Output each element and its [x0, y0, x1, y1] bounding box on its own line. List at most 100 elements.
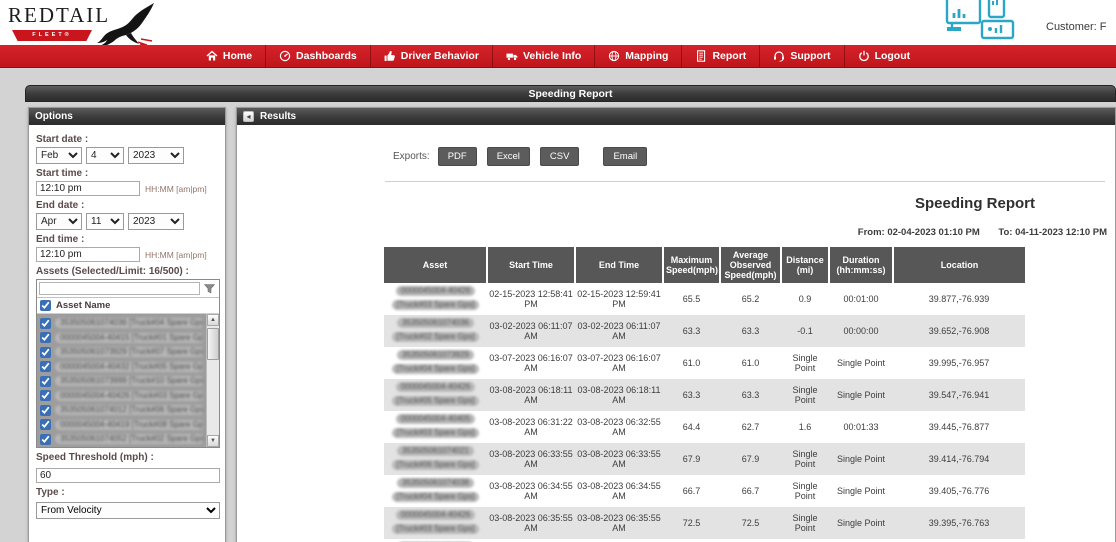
divider — [385, 181, 1105, 182]
export-csv-button[interactable]: CSV — [540, 147, 580, 166]
asset-list: 353505061074036 [Truck#04 Spare Gps] 0000… — [37, 314, 219, 447]
asset-list-item: 353505061074012 [Truck#06 Spare Gps] — [40, 403, 204, 418]
avg-speed-cell: 63.3 — [720, 315, 781, 347]
table-row: 0000045004-40426[Truck#05 Spare Gps]03-0… — [384, 379, 1025, 411]
asset-list-item: 0000045004-40419 [Truck#08 Spare Gps] — [40, 418, 204, 433]
eagle-logo-icon — [96, 3, 158, 47]
nav-item-label: Logout — [875, 50, 911, 62]
type-label: Type : — [36, 487, 218, 498]
start-month-select[interactable]: Feb — [36, 147, 82, 164]
type-select[interactable]: From Velocity — [36, 502, 220, 519]
asset-cell[interactable]: 353505061074036[Truck#02 Spare Gps] — [384, 315, 487, 347]
start-year-select[interactable]: 2023 — [128, 147, 184, 164]
asset-list-item: 353505061074036 [Truck#04 Spare Gps] — [40, 316, 204, 331]
assets-label: Assets (Selected/Limit: 16/500) : — [36, 266, 218, 277]
date-range-to: To: 04-11-2023 12:10 PM — [998, 227, 1107, 238]
speed-threshold-label: Speed Threshold (mph) : — [36, 452, 218, 463]
max-speed-cell: 64.4 — [663, 411, 720, 443]
asset-list-item: 353505061073929 [Truck#07 Spare Gps] — [40, 345, 204, 360]
scroll-down-icon[interactable]: ▼ — [207, 435, 219, 447]
speed-threshold-input[interactable] — [36, 468, 220, 483]
asset-cell[interactable]: 353505061073929[Truck#04 Spare Gps] — [384, 347, 487, 379]
asset-cell[interactable]: 0000045004-40426[Truck#03 Spare Gps] — [384, 507, 487, 539]
asset-filter-input[interactable] — [39, 282, 200, 295]
avg-speed-cell: 67.9 — [720, 443, 781, 475]
page-title: Speeding Report — [25, 85, 1116, 102]
nav-item-logout[interactable]: Logout — [844, 45, 924, 67]
collapse-results-button[interactable]: ◂ — [243, 111, 254, 122]
report-title: Speeding Report — [915, 195, 1035, 212]
asset-checkbox[interactable] — [40, 405, 51, 416]
asset-name-redacted: 353505061074036 [Truck#04 Spare Gps] — [55, 318, 204, 328]
nav-item-mapping[interactable]: Mapping — [594, 45, 681, 67]
end-day-select[interactable]: 11 — [86, 213, 124, 230]
asset-checkbox[interactable] — [40, 318, 51, 329]
asset-serial-redacted: 353505061074038 — [397, 478, 474, 488]
start-day-select[interactable]: 4 — [86, 147, 124, 164]
exports-row: Exports: PDF Excel CSV Email — [393, 147, 657, 166]
headset-icon — [773, 50, 785, 62]
start-time-input[interactable] — [36, 181, 140, 196]
nav-item-vehicle-info[interactable]: Vehicle Info — [492, 45, 594, 67]
scrollbar-thumb[interactable] — [207, 328, 219, 360]
report-date-range: From: 02-04-2023 01:10 PM To: 04-11-2023… — [858, 227, 1107, 238]
column-header-4: Average Observed Speed(mph) — [720, 247, 781, 283]
start-time-cell: 03-08-2023 06:34:55 AM — [487, 475, 575, 507]
nav-item-support[interactable]: Support — [759, 45, 843, 67]
select-all-assets-checkbox[interactable] — [40, 300, 51, 311]
asset-cell[interactable]: 0000045004-40426[Truck#03 Spare Gps] — [384, 283, 487, 315]
top-header: REDTAIL FLEET® Customer: F — [0, 0, 1116, 45]
asset-checkbox[interactable] — [40, 361, 51, 372]
nav-bar: HomeDashboardsDriver BehaviorVehicle Inf… — [0, 45, 1116, 68]
thumbs-up-icon — [384, 50, 396, 62]
export-excel-button[interactable]: Excel — [487, 147, 530, 166]
end-month-select[interactable]: Apr — [36, 213, 82, 230]
avg-speed-cell: 61.0 — [720, 347, 781, 379]
truck-icon — [506, 50, 518, 62]
table-row: 0000045004-40405[Truck#03 Spare Gps]03-0… — [384, 411, 1025, 443]
asset-list-scrollbar[interactable]: ▲ ▼ — [206, 314, 219, 447]
dashboard-icon — [279, 50, 291, 62]
asset-list-item: 353505061074052 [Truck#02 Spare Gps] — [40, 432, 204, 447]
end-time-cell: 03-02-2023 06:11:07 AM — [575, 315, 663, 347]
avg-speed-cell: 63.3 — [720, 379, 781, 411]
asset-label-redacted: [Truck#03 Spare Gps] — [392, 300, 480, 310]
export-email-button[interactable]: Email — [603, 147, 647, 166]
exports-label: Exports: — [393, 151, 430, 162]
asset-checkbox[interactable] — [40, 376, 51, 387]
end-year-select[interactable]: 2023 — [128, 213, 184, 230]
end-time-cell: 03-08-2023 06:34:55 AM — [575, 475, 663, 507]
asset-serial-redacted: 353505061073929 — [397, 350, 474, 360]
asset-cell[interactable]: 353505061074038[Truck#04 Spare Gps] — [384, 475, 487, 507]
export-pdf-button[interactable]: PDF — [438, 147, 477, 166]
duration-cell: Single Point — [829, 379, 893, 411]
nav-item-report[interactable]: Report — [681, 45, 759, 67]
location-cell: 39.445,-76.877 — [893, 411, 1025, 443]
asset-checkbox[interactable] — [40, 434, 51, 445]
nav-item-home[interactable]: Home — [193, 45, 265, 67]
nav-item-label: Report — [712, 50, 746, 62]
end-time-input[interactable] — [36, 247, 140, 262]
nav-item-dashboards[interactable]: Dashboards — [265, 45, 370, 67]
filter-funnel-icon[interactable] — [204, 284, 215, 294]
redtail-logo[interactable]: REDTAIL FLEET® — [8, 3, 168, 45]
asset-cell[interactable]: 0000045004-40405[Truck#03 Spare Gps] — [384, 411, 487, 443]
asset-checkbox[interactable] — [40, 419, 51, 430]
asset-checkbox[interactable] — [40, 332, 51, 343]
asset-name-redacted: 0000045004-40426 [Truck#03 Spare Gps] — [55, 391, 204, 401]
report-icon — [695, 50, 707, 62]
end-date-label: End date : — [36, 200, 218, 211]
column-header-1: Start Time — [487, 247, 575, 283]
scroll-up-icon[interactable]: ▲ — [207, 314, 219, 326]
nav-item-driver-behavior[interactable]: Driver Behavior — [370, 45, 492, 67]
asset-checkbox[interactable] — [40, 390, 51, 401]
asset-cell[interactable]: 353505061074021[Truck#06 Spare Gps] — [384, 443, 487, 475]
table-row: 0000045004-40426[Truck#03 Spare Gps]03-0… — [384, 507, 1025, 539]
asset-label-redacted: [Truck#05 Spare Gps] — [392, 396, 480, 406]
distance-cell: 1.6 — [781, 411, 829, 443]
max-speed-cell: 61.0 — [663, 347, 720, 379]
asset-checkbox[interactable] — [40, 347, 51, 358]
asset-label-redacted: [Truck#03 Spare Gps] — [392, 524, 480, 534]
column-header-6: Duration (hh:mm:ss) — [829, 247, 893, 283]
asset-cell[interactable]: 0000045004-40426[Truck#05 Spare Gps] — [384, 379, 487, 411]
